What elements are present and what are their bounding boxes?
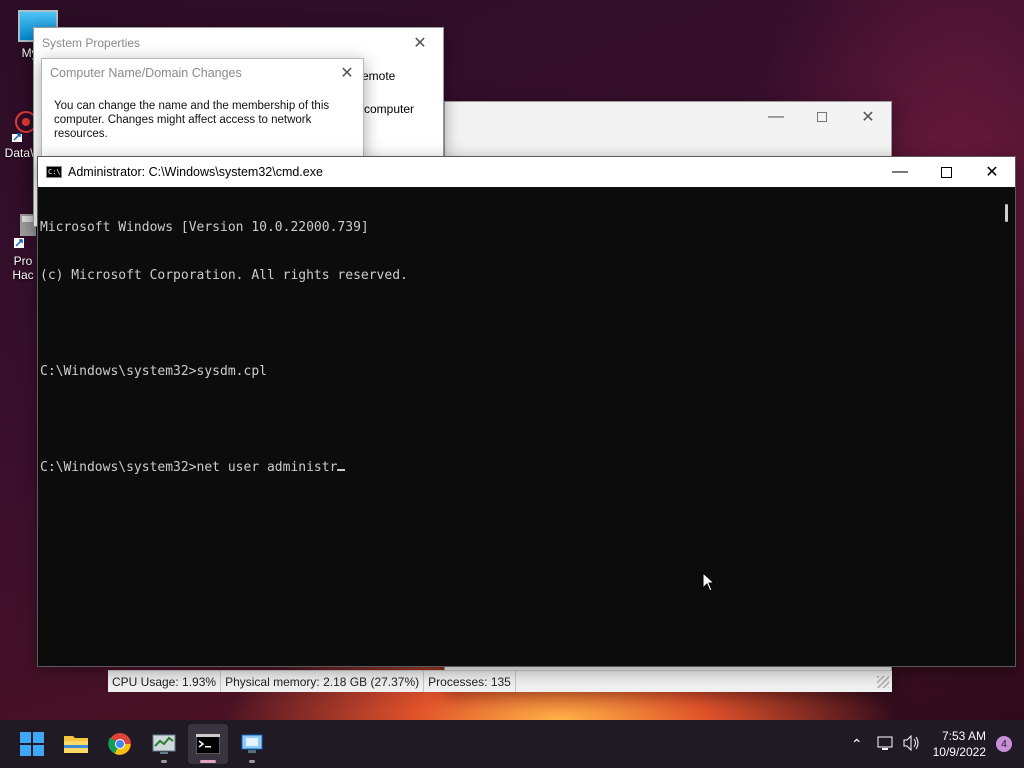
close-icon: ✕ [985,164,999,181]
window-titlebar[interactable]: System Properties ✕ [34,28,443,58]
window-title: System Properties [42,36,141,50]
network-icon[interactable] [877,735,895,754]
close-button[interactable]: ✕ [331,58,363,88]
maximize-button[interactable] [799,102,845,132]
running-indicator [200,760,216,763]
minimize-button[interactable]: — [877,157,923,187]
taskbar-file-explorer[interactable] [56,724,96,764]
taskbar-command-prompt[interactable] [188,724,228,764]
taskbar-task-manager[interactable] [144,724,184,764]
maximize-button[interactable] [923,157,969,187]
taskbar-chrome[interactable] [100,724,140,764]
scrollbar[interactable] [998,188,1015,666]
close-button[interactable]: ✕ [397,28,443,58]
task-manager-icon [152,734,176,754]
physical-memory: Physical memory: 2.18 GB (27.37%) [221,671,425,692]
console-output[interactable]: Microsoft Windows [Version 10.0.22000.73… [40,188,998,666]
dialog-title: Computer Name/Domain Changes [50,66,242,80]
text-cursor [337,469,346,471]
close-icon: ✕ [340,65,354,82]
terminal-icon: C:\ [46,166,62,178]
clock-time: 7:53 AM [941,729,986,743]
console-line: (c) Microsoft Corporation. All rights re… [40,268,408,283]
taskbar: ⌃ 7:53 AM 10/9/2022 4 [0,720,1024,768]
clock[interactable]: 7:53 AM 10/9/2022 [933,728,986,760]
system-tray: ⌃ 7:53 AM 10/9/2022 4 [851,720,1024,768]
chrome-icon [108,733,131,755]
console-line: C:\Windows\system32>sysdm.cpl [40,364,267,379]
window-controls: — ✕ [877,157,1015,187]
dialog-description: You can change the name and the membersh… [54,100,330,140]
close-button[interactable]: ✕ [969,157,1015,187]
chevron-up-icon[interactable]: ⌃ [851,736,863,753]
window-controls: — ✕ [753,102,891,132]
running-indicator [249,760,255,763]
minimize-icon: — [768,108,784,125]
folder-icon [64,736,88,753]
cmd-window[interactable]: C:\ Administrator: C:\Windows\system32\c… [37,156,1016,667]
console-input-text: C:\Windows\system32>net user administr [40,460,338,475]
dialog-titlebar[interactable]: Computer Name/Domain Changes ✕ [42,59,363,87]
scrollbar-thumb[interactable] [1005,204,1008,222]
cmd-title: Administrator: C:\Windows\system32\cmd.e… [68,165,323,179]
clock-date: 10/9/2022 [932,745,986,759]
console-input-line[interactable]: C:\Windows\system32>net user administr [40,460,998,476]
maximize-icon [817,112,827,122]
tab-remote[interactable]: emote [362,69,395,83]
status-bar: CPU Usage: 1.93% Physical memory: 2.18 G… [108,670,892,692]
running-indicator [161,760,167,763]
description-text: computer [364,102,415,116]
maximize-icon [940,166,952,178]
cpu-usage: CPU Usage: 1.93% [108,671,222,692]
close-icon: ✕ [413,35,427,52]
terminal-icon [196,734,220,754]
taskbar-remote-desktop[interactable] [232,724,272,764]
console-line: Microsoft Windows [Version 10.0.22000.73… [40,220,369,235]
process-count: Processes: 135 [424,671,516,692]
minimize-button[interactable]: — [753,102,799,132]
remote-desktop-icon [241,734,263,753]
mouse-pointer-icon [702,571,716,597]
notification-badge[interactable]: 4 [996,736,1012,752]
windows-logo-icon [20,732,44,756]
cmd-titlebar[interactable]: C:\ Administrator: C:\Windows\system32\c… [38,157,1015,187]
start-button[interactable] [12,724,52,764]
volume-icon[interactable] [903,734,921,754]
resize-grip-icon[interactable] [877,675,889,688]
minimize-icon: — [892,163,908,180]
close-icon: ✕ [861,109,875,126]
close-button[interactable]: ✕ [845,102,891,132]
